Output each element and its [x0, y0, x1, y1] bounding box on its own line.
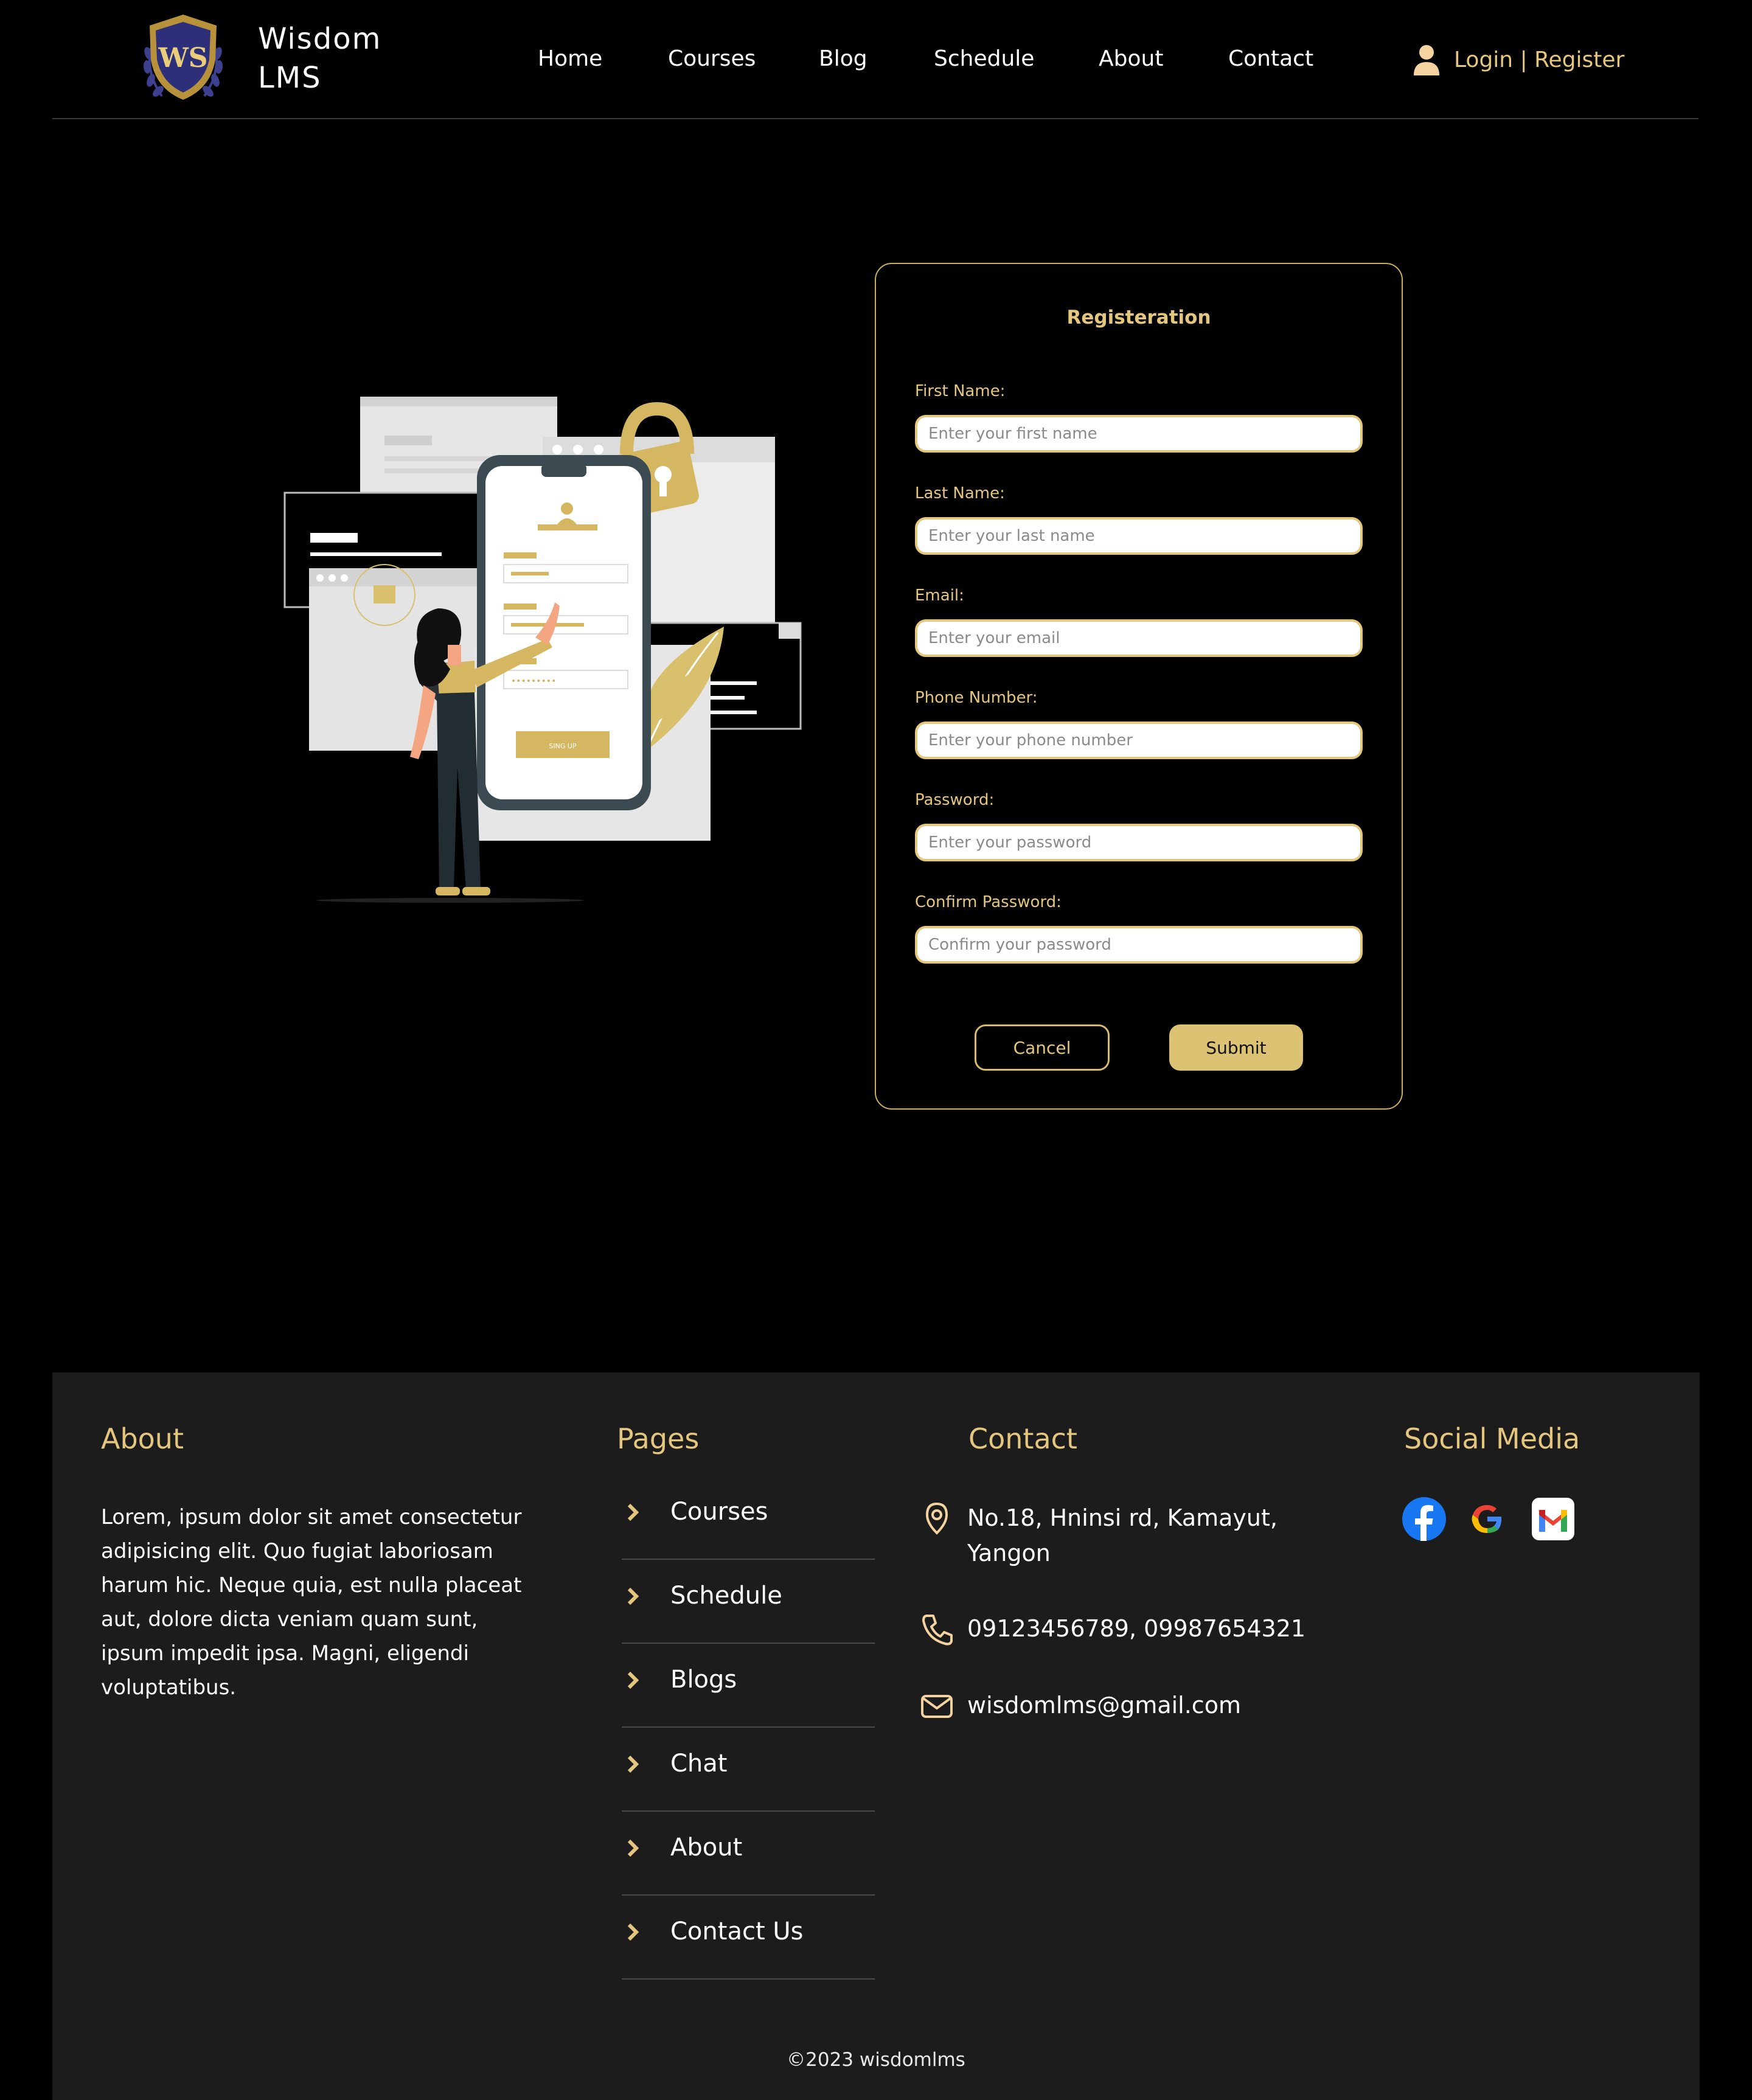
mail-icon: [921, 1695, 953, 1718]
first-name-input[interactable]: [915, 415, 1363, 453]
last-name-label: Last Name:: [915, 484, 1005, 502]
nav-home[interactable]: Home: [538, 46, 602, 71]
map-pin-icon: [925, 1502, 948, 1535]
nav-blog[interactable]: Blog: [819, 46, 867, 71]
footer-page-label: Blogs: [670, 1666, 737, 1694]
last-name-input[interactable]: [915, 517, 1363, 555]
email-input[interactable]: [915, 619, 1363, 657]
site-footer: About Lorem, ipsum dolor sit amet consec…: [52, 1372, 1700, 2100]
footer-about-text: Lorem, ipsum dolor sit amet consectetur …: [101, 1505, 522, 1700]
footer-page-link-contact-us[interactable]: Contact Us: [622, 1896, 875, 1980]
submit-button[interactable]: Submit: [1169, 1024, 1303, 1071]
footer-social-heading: Social Media: [1404, 1422, 1580, 1455]
form-title: Registeration: [1066, 307, 1211, 329]
registration-illustration: ••••••••• SING UP: [280, 389, 809, 906]
contact-email-text: wisdomlms@gmail.com: [967, 1692, 1241, 1719]
nav-contact[interactable]: Contact: [1228, 46, 1313, 71]
site-header: WS Wisdom LMS Home Courses Blog Schedule…: [0, 0, 1752, 119]
contact-phone-text: 09123456789, 09987654321: [967, 1615, 1306, 1642]
footer-pages-heading: Pages: [617, 1422, 700, 1455]
contact-phone: 09123456789, 09987654321: [919, 1611, 1305, 1647]
illustration-signup-button-text: SING UP: [549, 742, 577, 750]
footer-page-label: Contact Us: [670, 1917, 804, 1945]
footer-page-label: Chat: [670, 1750, 728, 1778]
footer-page-label: About: [670, 1834, 743, 1862]
nav-schedule[interactable]: Schedule: [934, 46, 1034, 71]
chevron-right-icon: [627, 1671, 639, 1689]
contact-address-text: No.18, Hninsi rd, Kamayut, Yangon: [967, 1504, 1278, 1566]
copyright-text: ©2023 wisdomlms: [787, 2049, 965, 2071]
brand-name[interactable]: Wisdom LMS: [258, 19, 381, 97]
footer-page-link-schedule[interactable]: Schedule: [622, 1560, 875, 1644]
facebook-icon[interactable]: [1402, 1497, 1447, 1542]
chevron-right-icon: [627, 1755, 639, 1773]
phone-icon: [922, 1615, 953, 1646]
footer-page-link-chat[interactable]: Chat: [622, 1728, 875, 1812]
logo-letters: WS: [158, 43, 207, 74]
brand-line-2: LMS: [258, 61, 322, 95]
confirm-password-label: Confirm Password:: [915, 893, 1062, 911]
confirm-password-input[interactable]: [915, 926, 1363, 964]
login-register-link[interactable]: Login | Register: [1413, 43, 1624, 77]
footer-page-link-blogs[interactable]: Blogs: [622, 1644, 875, 1728]
illustration-password-mask: •••••••••: [511, 676, 556, 686]
phone-number-label: Phone Number:: [915, 689, 1038, 707]
chevron-right-icon: [627, 1503, 639, 1521]
phone-number-input[interactable]: [915, 721, 1363, 759]
login-register-label: Login | Register: [1454, 47, 1625, 72]
first-name-label: First Name:: [915, 382, 1006, 400]
chevron-right-icon: [627, 1839, 639, 1857]
user-icon: [1414, 45, 1439, 75]
brand-line-1: Wisdom: [258, 22, 382, 56]
registration-form-card: Registeration First Name: Last Name: Ema…: [875, 263, 1403, 1110]
contact-email[interactable]: wisdomlms@gmail.com: [919, 1688, 1241, 1724]
gmail-icon[interactable]: [1531, 1497, 1576, 1542]
chevron-right-icon: [627, 1587, 639, 1605]
chevron-right-icon: [627, 1923, 639, 1941]
contact-address: No.18, Hninsi rd, Kamayut, Yangon: [919, 1500, 1308, 1571]
header-divider: [52, 118, 1698, 119]
nav-courses[interactable]: Courses: [668, 46, 756, 71]
email-label: Email:: [915, 586, 964, 605]
nav-about[interactable]: About: [1099, 46, 1163, 71]
footer-page-link-about[interactable]: About: [622, 1812, 875, 1896]
footer-page-link-courses[interactable]: Courses: [622, 1476, 875, 1560]
footer-page-label: Courses: [670, 1498, 768, 1526]
password-label: Password:: [915, 791, 995, 809]
footer-contact-heading: Contact: [968, 1422, 1077, 1455]
logo-icon[interactable]: WS: [137, 11, 229, 107]
footer-page-label: Schedule: [670, 1582, 782, 1610]
footer-about-heading: About: [101, 1422, 184, 1455]
cancel-button[interactable]: Cancel: [975, 1024, 1110, 1071]
google-icon[interactable]: [1465, 1497, 1510, 1542]
password-input[interactable]: [915, 824, 1363, 861]
